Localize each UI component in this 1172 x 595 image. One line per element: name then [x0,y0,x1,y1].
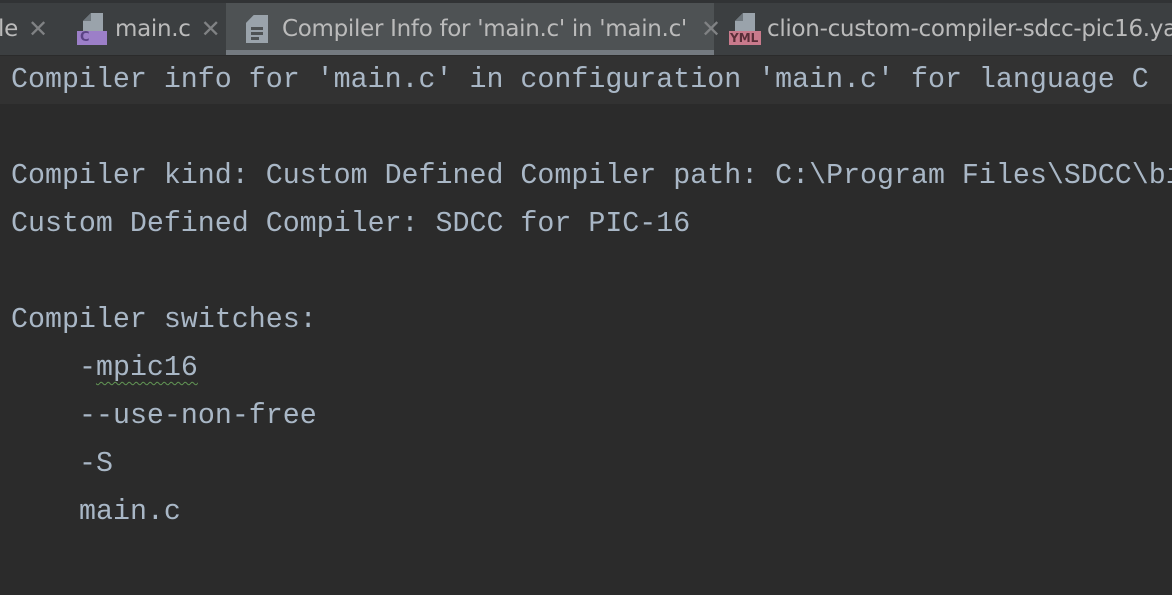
switch-line: -mpic16 [79,344,198,392]
yml-file-icon: YML [729,13,761,45]
c-file-icon: C [77,13,109,45]
editor-tab-bar: le ✕ C main.c ✕ Compiler Info for 'main.… [0,0,1172,55]
tab-main-c[interactable]: C main.c ✕ [77,3,227,55]
tab-partial-file[interactable]: le ✕ [0,3,68,55]
switch-line: -S [79,448,113,480]
switch-line: --use-non-free [79,400,317,432]
tab-label: clion-custom-compiler-sdcc-pic16.yam [767,16,1172,42]
tab-yml-file[interactable]: YML clion-custom-compiler-sdcc-pic16.yam [729,3,1172,55]
close-icon[interactable]: ✕ [201,17,221,41]
tab-label: main.c [115,16,191,42]
close-icon[interactable]: ✕ [701,17,721,41]
close-icon[interactable]: ✕ [28,17,48,41]
header-line: Compiler info for 'main.c' in configurat… [0,56,1172,104]
document-icon [246,15,268,43]
custom-compiler-line: Custom Defined Compiler: SDCC for PIC-16 [11,208,691,240]
switches-title-line: Compiler switches: [11,304,317,336]
switch-dash: - [79,352,96,384]
tab-compiler-info[interactable]: Compiler Info for 'main.c' in 'main.c' ✕ [226,3,721,55]
typo-highlight: mpic16 [95,352,198,384]
compiler-info-editor[interactable]: Compiler info for 'main.c' in configurat… [0,55,1172,595]
tab-label: le [0,16,18,42]
tab-label: Compiler Info for 'main.c' in 'main.c' [282,16,687,42]
switch-line: main.c [79,496,181,528]
compiler-kind-line: Compiler kind: Custom Defined Compiler p… [11,160,1172,192]
